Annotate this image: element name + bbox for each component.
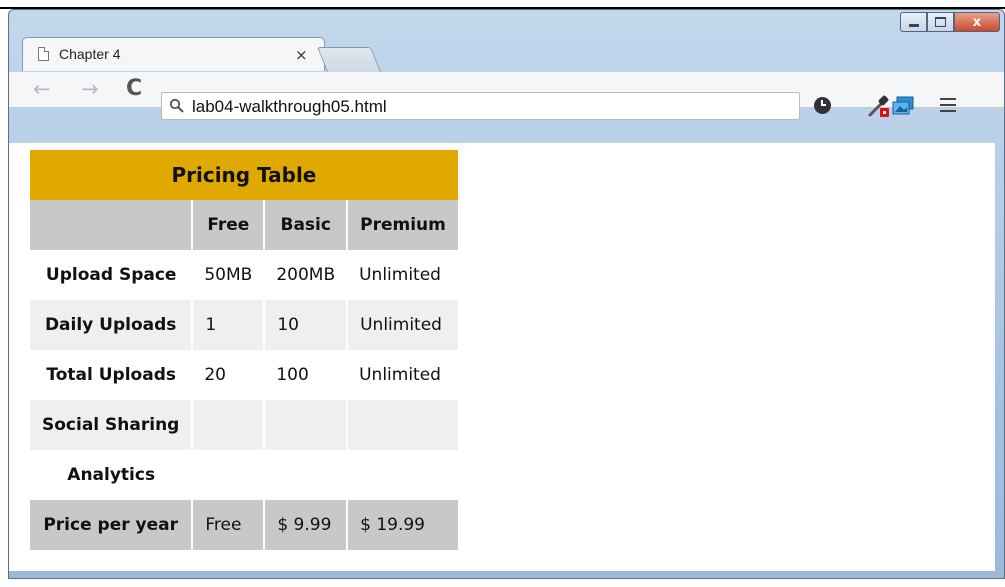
table-footer-row: Price per year Free $ 9.99 $ 19.99 [30, 500, 458, 550]
minimize-icon [908, 24, 919, 27]
color-picker-icon[interactable] [867, 94, 891, 118]
row-label-analytics: Analytics [67, 465, 156, 485]
price-premium: $ 19.99 [346, 500, 458, 550]
table-header-row: Free Basic Premium [30, 200, 458, 250]
cell-value: 200MB [276, 265, 336, 285]
table-row: Upload Space 50MB 200MB Unlimited [30, 250, 458, 300]
url-text: lab04-walkthrough05.html [192, 97, 387, 116]
tab-close-button[interactable]: × [295, 46, 308, 64]
screenshot-icon[interactable] [892, 96, 914, 116]
maximize-icon [935, 17, 946, 27]
back-button[interactable]: ← [33, 77, 51, 101]
maximize-button[interactable] [927, 12, 954, 32]
forward-button[interactable]: → [81, 77, 99, 101]
new-tab-button[interactable] [316, 47, 382, 72]
history-icon[interactable] [814, 97, 831, 114]
row-label-social-sharing: Social Sharing [30, 400, 193, 450]
window-bottom-border [8, 578, 1005, 579]
cell-value: 20 [204, 365, 226, 385]
column-header-free: Free [191, 200, 265, 250]
cell-value [346, 400, 458, 450]
cell-value: 50MB [204, 265, 253, 285]
minimize-button[interactable] [900, 12, 927, 32]
row-label-total-uploads: Total Uploads [46, 365, 176, 385]
cell-value: 10 [263, 300, 348, 350]
tab-title: Chapter 4 [59, 46, 121, 62]
window-controls: x [900, 12, 1000, 32]
search-icon [169, 98, 184, 113]
header-empty-cell [30, 200, 193, 250]
row-label-upload-space: Upload Space [45, 265, 177, 285]
browser-tab[interactable]: Chapter 4 × [22, 37, 325, 71]
table-caption: Pricing Table [30, 150, 458, 200]
column-header-premium: Premium [346, 200, 458, 250]
price-basic: $ 9.99 [263, 500, 348, 550]
cell-value [192, 450, 264, 500]
row-label-daily-uploads: Daily Uploads [30, 300, 193, 350]
cell-value: 1 [191, 300, 265, 350]
menu-icon[interactable] [940, 98, 956, 112]
table-row: Daily Uploads 1 10 Unlimited [30, 300, 458, 350]
cell-value [263, 400, 348, 450]
page-viewport: Pricing Table Free Basic Premium Upload … [9, 143, 995, 571]
cell-value: Unlimited [359, 365, 441, 385]
cell-value [347, 450, 458, 500]
table-row: Analytics [30, 450, 458, 500]
column-header-basic: Basic [263, 200, 348, 250]
close-window-button[interactable]: x [954, 12, 1000, 32]
page-icon [38, 47, 49, 61]
close-icon: x [972, 14, 982, 30]
cell-value: Unlimited [346, 300, 458, 350]
table-row: Social Sharing [30, 400, 458, 450]
address-bar[interactable]: lab04-walkthrough05.html [161, 92, 800, 120]
pricing-table: Pricing Table Free Basic Premium Upload … [30, 150, 458, 550]
table-row: Total Uploads 20 100 Unlimited [30, 350, 458, 400]
reload-button[interactable]: C [126, 76, 142, 101]
cell-value [264, 450, 347, 500]
cell-value: Unlimited [359, 265, 441, 285]
row-label-price-per-year: Price per year [30, 500, 193, 550]
price-free: Free [191, 500, 265, 550]
cell-value: 100 [276, 365, 309, 385]
cell-value [191, 400, 265, 450]
